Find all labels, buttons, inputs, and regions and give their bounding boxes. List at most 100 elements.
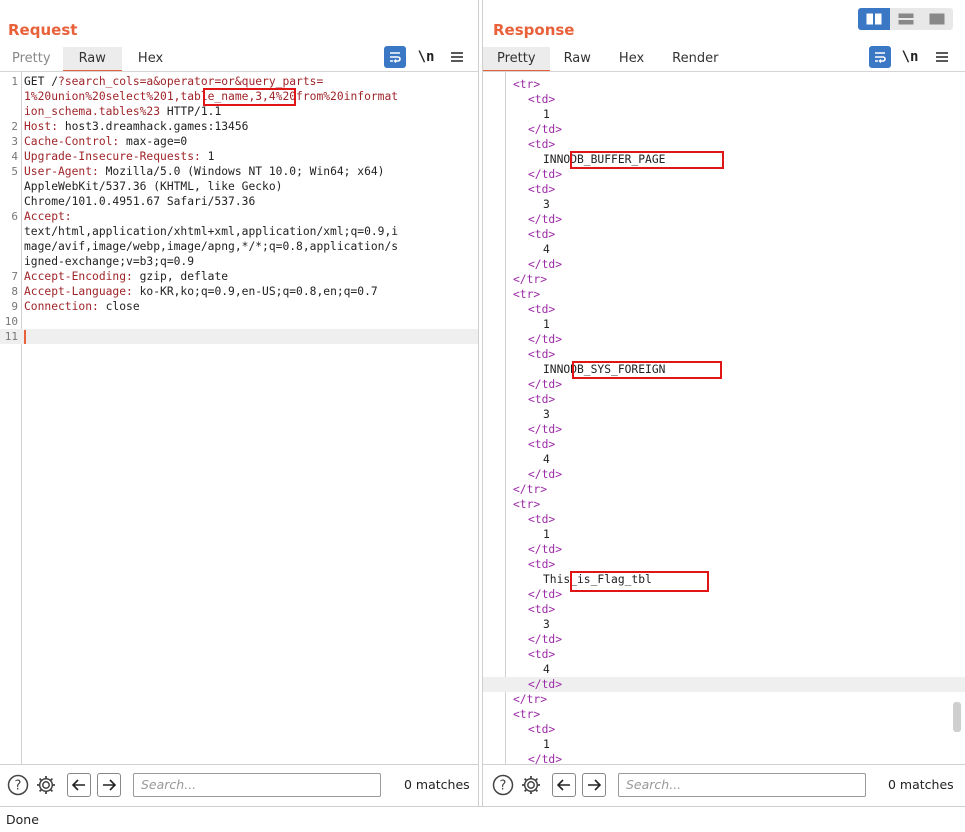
code-token: ?search_cols=a&operator=or&query_parts= bbox=[58, 75, 324, 88]
code-line: Chrome/101.0.4951.67 Safari/537.36 bbox=[0, 194, 478, 209]
next-match-button[interactable] bbox=[97, 773, 121, 797]
code-line: 11 bbox=[0, 329, 478, 344]
code-text: <td> bbox=[528, 302, 555, 317]
line-number: 3 bbox=[11, 135, 18, 148]
code-text: </td> bbox=[528, 122, 562, 137]
layout-switcher bbox=[858, 8, 953, 30]
response-editor[interactable]: <tr> <td> 1 </td> <td> INNODB_BUFFER_PAGE </td… bbox=[483, 71, 965, 764]
arrow-right-icon bbox=[103, 779, 116, 791]
response-tab-render[interactable]: Render bbox=[658, 47, 730, 71]
code-token: gzip, deflate bbox=[132, 270, 229, 283]
code-line: 6 Accept: bbox=[0, 209, 478, 224]
response-help-button[interactable]: ? bbox=[491, 773, 515, 797]
code-token: Chrome/101.0.4951.67 Safari/537.36 bbox=[24, 195, 256, 208]
code-text: </td> bbox=[528, 467, 562, 482]
code-token: <td> bbox=[528, 348, 556, 361]
svg-text:?: ? bbox=[15, 779, 22, 794]
help-button[interactable]: ? bbox=[6, 773, 30, 797]
code-token: <td> bbox=[528, 93, 556, 106]
help-icon: ? bbox=[492, 774, 514, 796]
code-line: 5 User-Agent: Mozilla/5.0 (Windows NT 10.… bbox=[0, 164, 478, 179]
response-menu-button[interactable] bbox=[934, 46, 950, 68]
request-search-input[interactable]: Search... bbox=[133, 773, 381, 797]
request-menu-button[interactable] bbox=[449, 46, 465, 68]
code-text: </td> bbox=[528, 422, 562, 437]
code-token: </td> bbox=[528, 423, 563, 436]
code-text: <tr> bbox=[513, 287, 540, 302]
request-footer: ? Search... 0 matches bbox=[0, 764, 478, 806]
show-newlines-button[interactable]: \n bbox=[415, 46, 437, 68]
single-pane-icon bbox=[929, 13, 945, 25]
code-text: </td> bbox=[528, 257, 562, 272]
code-text: text/html,application/xhtml+xml,applicat… bbox=[24, 224, 398, 239]
code-text: <tr> bbox=[513, 707, 540, 722]
layout-tabs-button[interactable] bbox=[921, 8, 953, 30]
response-tab-raw[interactable]: Raw bbox=[550, 47, 605, 71]
code-line: </tr> bbox=[483, 272, 965, 287]
line-number: 6 bbox=[11, 210, 18, 223]
code-line: </td> bbox=[483, 422, 965, 437]
code-line: 1 bbox=[483, 527, 965, 542]
code-text: <td> bbox=[528, 137, 555, 152]
code-token: igned-exchange;v=b3;q=0.9 bbox=[24, 255, 195, 268]
code-token: close bbox=[98, 300, 140, 313]
code-text: <td> bbox=[528, 722, 555, 737]
code-line: 1 bbox=[483, 107, 965, 122]
code-line: </td> bbox=[483, 167, 965, 182]
code-text: <td> bbox=[528, 182, 555, 197]
code-token: </td> bbox=[528, 753, 563, 764]
code-token: </td> bbox=[528, 543, 563, 556]
request-tabs: Pretty Raw Hex bbox=[0, 47, 175, 72]
code-text: Host: host3.dreamhack.games:13456 bbox=[24, 119, 248, 134]
response-search-input[interactable]: Search... bbox=[618, 773, 866, 797]
code-token: mage/avif,image/webp,image/apng,*/*;q=0.… bbox=[24, 240, 399, 253]
code-token: </td> bbox=[528, 123, 563, 136]
request-tab-hex[interactable]: Hex bbox=[122, 47, 175, 71]
code-text: 1 bbox=[543, 107, 550, 122]
code-line: <td> bbox=[483, 647, 965, 662]
code-token: <td> bbox=[528, 303, 556, 316]
code-line: <td> bbox=[483, 602, 965, 617]
response-scrollbar-thumb[interactable] bbox=[953, 702, 961, 732]
request-editor[interactable]: 1 GET /?search_cols=a&operator=or&query_p… bbox=[0, 71, 478, 764]
help-icon: ? bbox=[7, 774, 29, 796]
layout-side-by-side-button[interactable] bbox=[858, 8, 890, 30]
code-line: 1 GET /?search_cols=a&operator=or&query_p… bbox=[0, 74, 478, 89]
code-text: </td> bbox=[528, 212, 562, 227]
highlight-table-name bbox=[203, 88, 296, 106]
response-previous-match-button[interactable] bbox=[552, 773, 576, 797]
code-line: ion_schema.tables%23 HTTP/1.1 bbox=[0, 104, 478, 119]
code-token: <td> bbox=[528, 138, 556, 151]
response-word-wrap-toggle[interactable] bbox=[869, 46, 891, 68]
code-text: Accept: bbox=[24, 209, 72, 224]
code-token: <td> bbox=[528, 393, 556, 406]
request-tab-pretty[interactable]: Pretty bbox=[0, 47, 63, 71]
code-line: 4 bbox=[483, 242, 965, 257]
layout-stacked-button[interactable] bbox=[890, 8, 922, 30]
code-line: </td> bbox=[483, 122, 965, 137]
response-show-newlines-button[interactable]: \n bbox=[899, 46, 921, 68]
code-line: <tr> bbox=[483, 287, 965, 302]
code-line: <td> bbox=[483, 722, 965, 737]
line-number: 2 bbox=[11, 120, 18, 133]
request-tab-raw[interactable]: Raw bbox=[62, 47, 123, 72]
code-text: AppleWebKit/537.36 (KHTML, like Gecko) bbox=[24, 179, 282, 194]
code-token: 1 bbox=[543, 318, 550, 331]
response-tab-hex[interactable]: Hex bbox=[605, 47, 658, 71]
code-token: <td> bbox=[528, 228, 556, 241]
code-token: 1 bbox=[543, 528, 550, 541]
response-next-match-button[interactable] bbox=[582, 773, 606, 797]
response-settings-button[interactable] bbox=[519, 773, 543, 797]
line-number: 5 bbox=[11, 165, 18, 178]
response-tab-pretty[interactable]: Pretty bbox=[483, 47, 550, 72]
code-text: ion_schema.tables%23 HTTP/1.1 bbox=[24, 104, 221, 119]
line-number: 9 bbox=[11, 300, 18, 313]
code-token: 4 bbox=[543, 243, 550, 256]
word-wrap-toggle[interactable] bbox=[384, 46, 406, 68]
code-token: Mozilla/5.0 (Windows NT 10.0; Win64; x64… bbox=[98, 165, 385, 178]
code-text: 1 bbox=[543, 317, 550, 332]
code-text: </td> bbox=[528, 752, 562, 764]
previous-match-button[interactable] bbox=[67, 773, 91, 797]
code-token: max-age=0 bbox=[119, 135, 188, 148]
settings-button[interactable] bbox=[34, 773, 58, 797]
